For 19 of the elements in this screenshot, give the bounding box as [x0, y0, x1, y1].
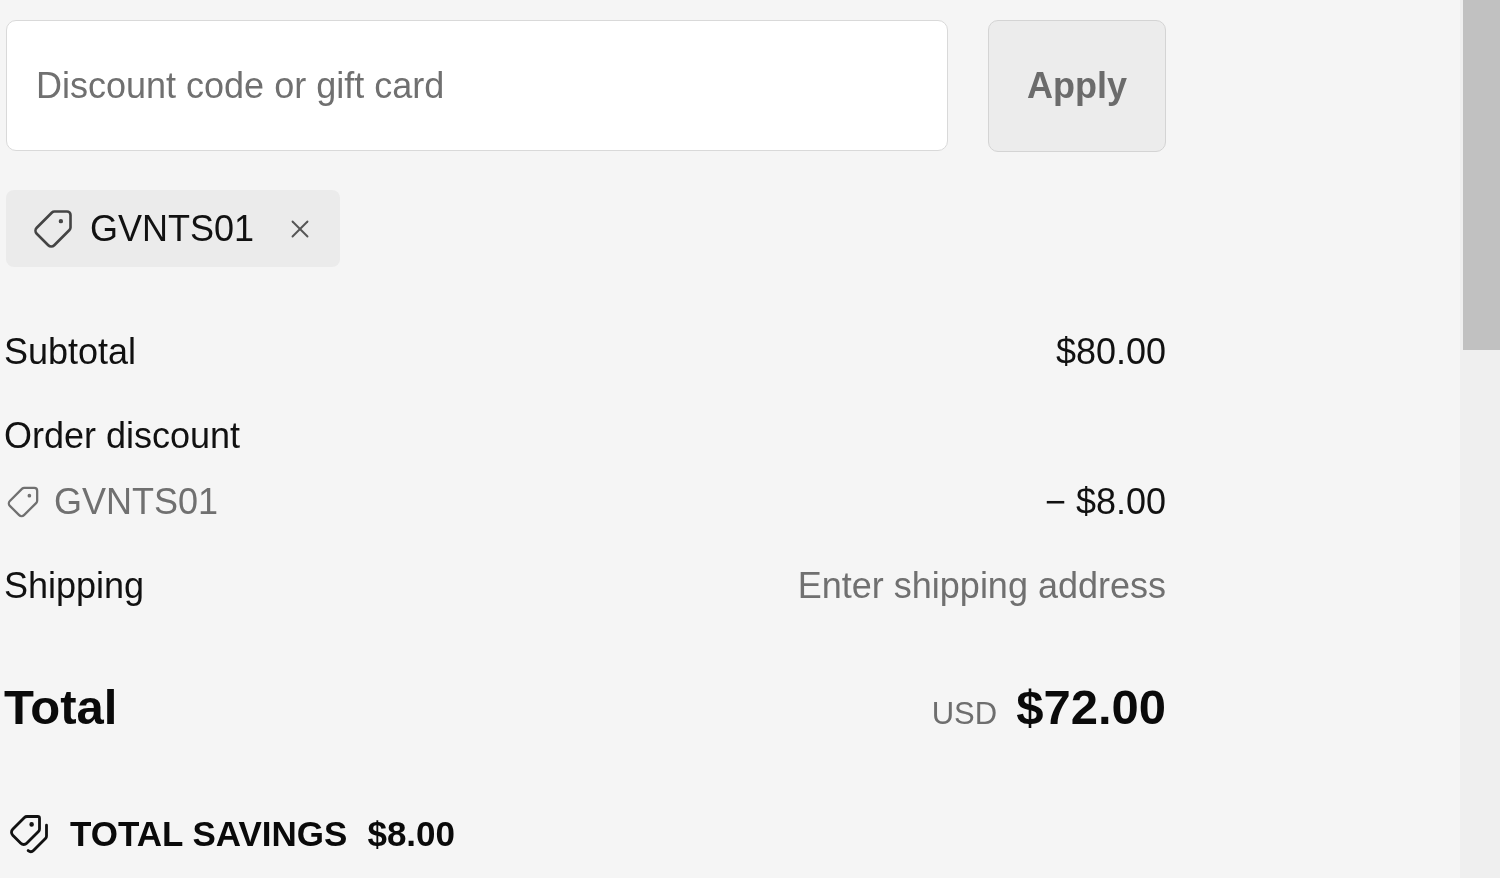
row-value: $80.00	[1055, 330, 1166, 374]
code-field[interactable]: Discount code or gift card	[6, 20, 948, 151]
discount-amount: − $8.00	[1044, 480, 1166, 524]
tag-icon	[32, 207, 74, 250]
currency-code: USD	[931, 695, 998, 733]
row-label: Subtotal	[4, 330, 137, 374]
discount-code: GVNTS01	[90, 207, 255, 250]
total-label: Total	[4, 679, 118, 736]
row-label: Order discount	[4, 414, 241, 458]
tag-icon	[6, 485, 40, 519]
discount-code: GVNTS01	[54, 480, 219, 524]
row-note: Enter shipping address	[797, 564, 1166, 608]
scrollbar-thumb[interactable]	[1463, 0, 1500, 350]
row-label: Shipping	[4, 564, 145, 608]
apply-button[interactable]: Apply	[988, 20, 1166, 152]
total-amount: $72.00	[1016, 679, 1166, 736]
savings-label: TOTAL SAVINGS	[70, 813, 348, 855]
tags-icon	[8, 813, 50, 855]
savings-amount: $8.00	[367, 813, 456, 855]
